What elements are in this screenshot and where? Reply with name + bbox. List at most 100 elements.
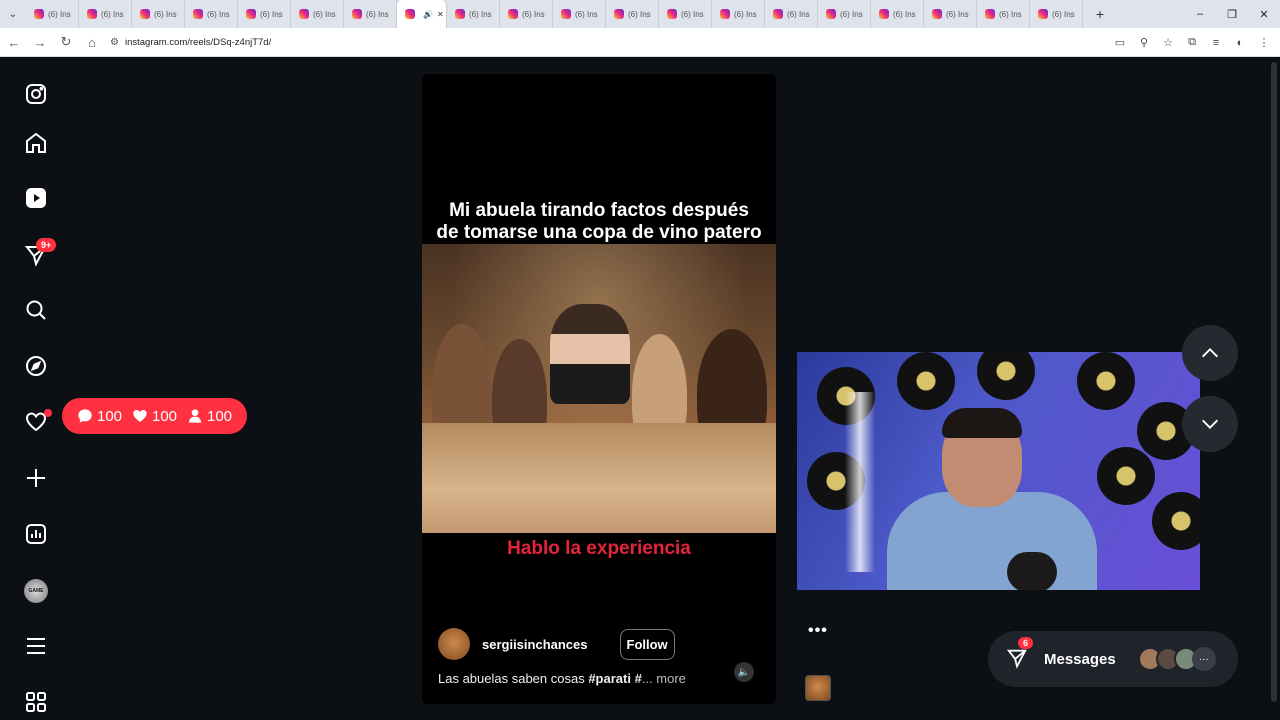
tab-item[interactable]: (6) Ins (606, 0, 659, 28)
back-icon[interactable]: ← (2, 30, 26, 54)
tab-item[interactable]: (6) Ins (818, 0, 871, 28)
reel-video[interactable]: Mi abuela tirando factos después de toma… (422, 74, 776, 704)
url-field[interactable]: ⚙ instagram.com/reels/DSq-z4njT7d/ (110, 31, 271, 53)
neon-light (845, 392, 875, 572)
messages-icon: 6 (1006, 637, 1034, 671)
comments-stat: 100 (77, 408, 122, 425)
audio-thumbnail[interactable] (805, 675, 831, 701)
create-plus-icon[interactable] (22, 464, 50, 492)
instagram-favicon-icon (508, 9, 518, 19)
extensions-icon[interactable]: ⧉ (1182, 33, 1202, 53)
notification-dot (44, 409, 52, 417)
profile-avatar-image: GAME (24, 579, 48, 603)
tab-close-icon[interactable]: ✕ (437, 10, 444, 19)
home-nav-icon[interactable] (22, 129, 50, 157)
scene-dinner-table (422, 423, 776, 533)
tab-label: (6) Ins (999, 9, 1022, 19)
tab-active[interactable]: 🔊 ✕ (397, 0, 447, 28)
previous-reel-button[interactable] (1182, 325, 1238, 381)
search-nav-icon[interactable] (22, 296, 50, 324)
tab-item[interactable]: (6) Ins (291, 0, 344, 28)
tab-item[interactable]: (6) Ins (500, 0, 553, 28)
restore-icon[interactable]: ❐ (1216, 0, 1248, 28)
explore-compass-icon[interactable] (22, 352, 50, 380)
zoom-icon[interactable]: ⚲ (1134, 33, 1154, 53)
tab-item[interactable]: (6) Ins (238, 0, 291, 28)
streamer-webcam (797, 352, 1200, 590)
address-bar: ← → ↻ ⌂ ⚙ instagram.com/reels/DSq-z4njT7… (0, 28, 1280, 57)
follow-button[interactable]: Follow (619, 628, 675, 660)
forward-icon[interactable]: → (28, 30, 52, 54)
reel-caption[interactable]: Las abuelas saben cosas #parati #... mor… (438, 671, 686, 686)
owner-username[interactable]: sergiisinchances (482, 637, 588, 652)
tab-item[interactable]: (6) Ins (712, 0, 765, 28)
tab-item[interactable]: (6) Ins (924, 0, 977, 28)
tab-search-chevron-icon[interactable]: ⌄ (0, 0, 26, 28)
close-window-icon[interactable]: ✕ (1248, 0, 1280, 28)
instagram-favicon-icon (455, 9, 465, 19)
browser-menu-icon[interactable]: ⋮ (1254, 33, 1274, 53)
tab-item[interactable]: (6) Ins (553, 0, 606, 28)
caption-hashtag[interactable]: #parati (588, 671, 631, 686)
instagram-favicon-icon (352, 9, 362, 19)
also-from-meta-icon[interactable] (22, 688, 50, 716)
instagram-favicon-icon (299, 9, 309, 19)
profile-avatar[interactable]: GAME (22, 577, 50, 605)
bookmark-star-icon[interactable]: ☆ (1158, 33, 1178, 53)
tab-label: (6) Ins (628, 9, 651, 19)
caption-text: Las abuelas saben cosas (438, 671, 589, 686)
tab-label: (6) Ins (260, 9, 283, 19)
owner-avatar[interactable] (438, 628, 470, 660)
tab-item[interactable]: (6) Ins (659, 0, 712, 28)
tab-label: (6) Ins (469, 9, 492, 19)
tab-item[interactable]: (6) Ins (132, 0, 185, 28)
scrollbar-thumb[interactable] (1271, 62, 1277, 702)
tab-audio-icon[interactable]: 🔊 (423, 10, 433, 19)
tab-item[interactable]: (6) Ins (79, 0, 132, 28)
page-scrollbar[interactable] (1270, 60, 1278, 716)
cast-icon[interactable]: ▭ (1110, 33, 1130, 53)
tab-item[interactable]: (6) Ins (447, 0, 500, 28)
tab-item[interactable]: (6) Ins (977, 0, 1030, 28)
tab-label: (6) Ins (366, 9, 389, 19)
instagram-favicon-icon (140, 9, 150, 19)
dashboard-chart-icon[interactable] (22, 520, 50, 548)
tab-item[interactable]: (6) Ins (26, 0, 79, 28)
reels-nav-icon[interactable] (22, 184, 50, 212)
new-tab-button[interactable]: + (1089, 6, 1111, 22)
tab-item[interactable]: (6) Ins (765, 0, 818, 28)
tab-label: (6) Ins (681, 9, 704, 19)
profile-icon[interactable]: ◐ (1230, 33, 1250, 53)
media-control-icon[interactable]: ≡ (1206, 33, 1226, 53)
tab-item[interactable]: (6) Ins (1030, 0, 1083, 28)
tab-item[interactable]: (6) Ins (344, 0, 397, 28)
messages-count-badge: 9+ (36, 238, 57, 252)
reload-icon[interactable]: ↻ (54, 30, 78, 54)
tab-label: (6) Ins (946, 9, 969, 19)
likes-stat: 100 (132, 408, 177, 425)
tab-label: (6) Ins (840, 9, 863, 19)
instagram-logo-icon[interactable] (22, 80, 50, 108)
messages-avatars: ··· (1137, 647, 1216, 671)
instagram-favicon-icon (193, 9, 203, 19)
vinyl-record (1152, 492, 1200, 550)
followers-stat: 100 (187, 408, 232, 425)
instagram-favicon-icon (614, 9, 624, 19)
tab-item[interactable]: (6) Ins (185, 0, 238, 28)
stream-stats-pill: 100 100 100 (62, 398, 247, 434)
followers-count: 100 (206, 407, 233, 425)
next-reel-button[interactable] (1182, 396, 1238, 452)
tab-label: (6) Ins (1052, 9, 1075, 19)
tab-strip: (6) Ins (6) Ins (6) Ins (6) Ins (6) Ins (6) I… (26, 0, 1083, 28)
more-options-icon[interactable]: ••• (808, 622, 828, 640)
tab-item[interactable]: (6) Ins (871, 0, 924, 28)
messages-pill[interactable]: 6 Messages ··· (988, 631, 1238, 687)
site-info-icon[interactable]: ⚙ (110, 37, 119, 48)
caption-more-link[interactable]: ... more (642, 671, 686, 686)
more-menu-icon[interactable] (22, 632, 50, 660)
instagram-favicon-icon (405, 9, 415, 19)
home-icon[interactable]: ⌂ (80, 30, 104, 54)
sound-toggle-icon[interactable]: 🔈 (734, 662, 754, 682)
minimize-icon[interactable]: – (1184, 0, 1216, 28)
tab-label: (6) Ins (313, 9, 336, 19)
